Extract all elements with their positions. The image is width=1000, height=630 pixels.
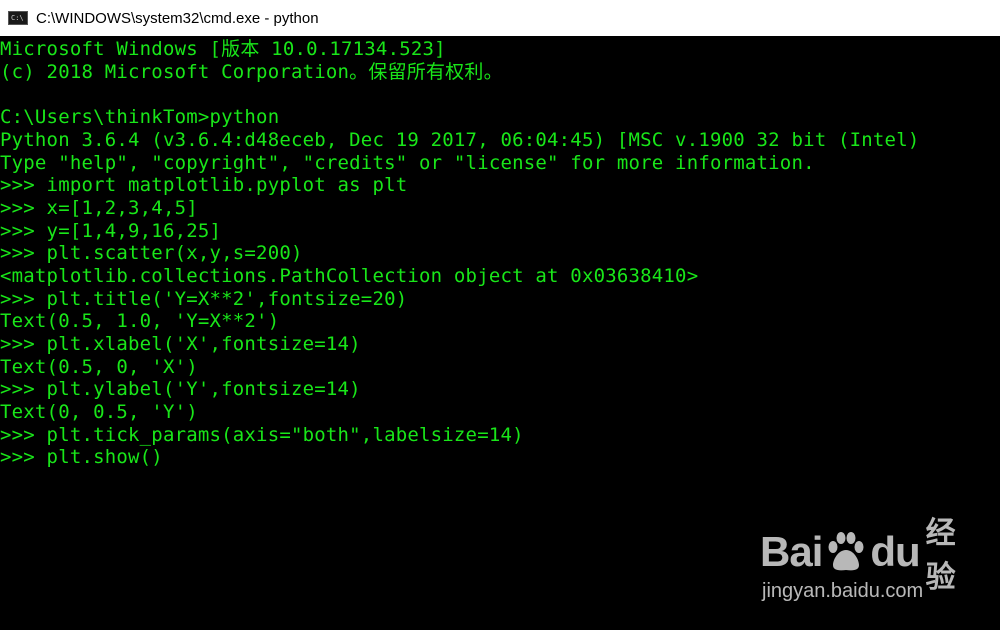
cmd-window: C:\ C:\WINDOWS\system32\cmd.exe - python… [0,0,1000,630]
console-line: >>> plt.ylabel('Y',fontsize=14) [0,378,361,400]
console-line: >>> plt.show() [0,446,163,468]
title-bar[interactable]: C:\ C:\WINDOWS\system32\cmd.exe - python [0,0,1000,36]
baidu-logo: Bai du 经验 [760,516,956,595]
baidu-logo-cn: 经验 [925,516,956,595]
console-line: (c) 2018 Microsoft Corporation。保留所有权利。 [0,61,503,83]
cmd-icon[interactable]: C:\ [8,11,28,25]
console-line: <matplotlib.collections.PathCollection o… [0,265,699,287]
console-line: Text(0, 0.5, 'Y') [0,401,198,423]
console-line: C:\Users\thinkTom>python [0,106,280,128]
baidu-paw-icon [824,530,868,574]
console-line: Python 3.6.4 (v3.6.4:d48eceb, Dec 19 201… [0,129,920,151]
window-title: C:\WINDOWS\system32\cmd.exe - python [36,9,319,27]
console-line: >>> y=[1,4,9,16,25] [0,220,222,242]
baidu-logo-text-left: Bai [760,528,823,575]
console-line: Type "help", "copyright", "credits" or "… [0,152,815,174]
console-line: >>> plt.xlabel('X',fontsize=14) [0,333,361,355]
console-line: >>> import matplotlib.pyplot as plt [0,174,408,196]
console-line: Text(0.5, 1.0, 'Y=X**2') [0,310,280,332]
baidu-logo-text-right: du [870,528,920,575]
watermark-url: jingyan.baidu.com [762,580,924,602]
console-line: >>> plt.scatter(x,y,s=200) [0,242,303,264]
cmd-icon-glyph: C:\ [11,13,24,22]
baidu-watermark: Bai du 经验 jingyan.baidu.com [760,516,956,612]
console-line: >>> plt.title('Y=X**2',fontsize=20) [0,288,408,310]
console-output[interactable]: Microsoft Windows [版本 10.0.17134.523] (c… [0,36,1000,630]
console-line: >>> plt.tick_params(axis="both",labelsiz… [0,424,524,446]
console-line: Text(0.5, 0, 'X') [0,356,198,378]
console-line: >>> x=[1,2,3,4,5] [0,197,198,219]
console-line: Microsoft Windows [版本 10.0.17134.523] [0,38,446,60]
